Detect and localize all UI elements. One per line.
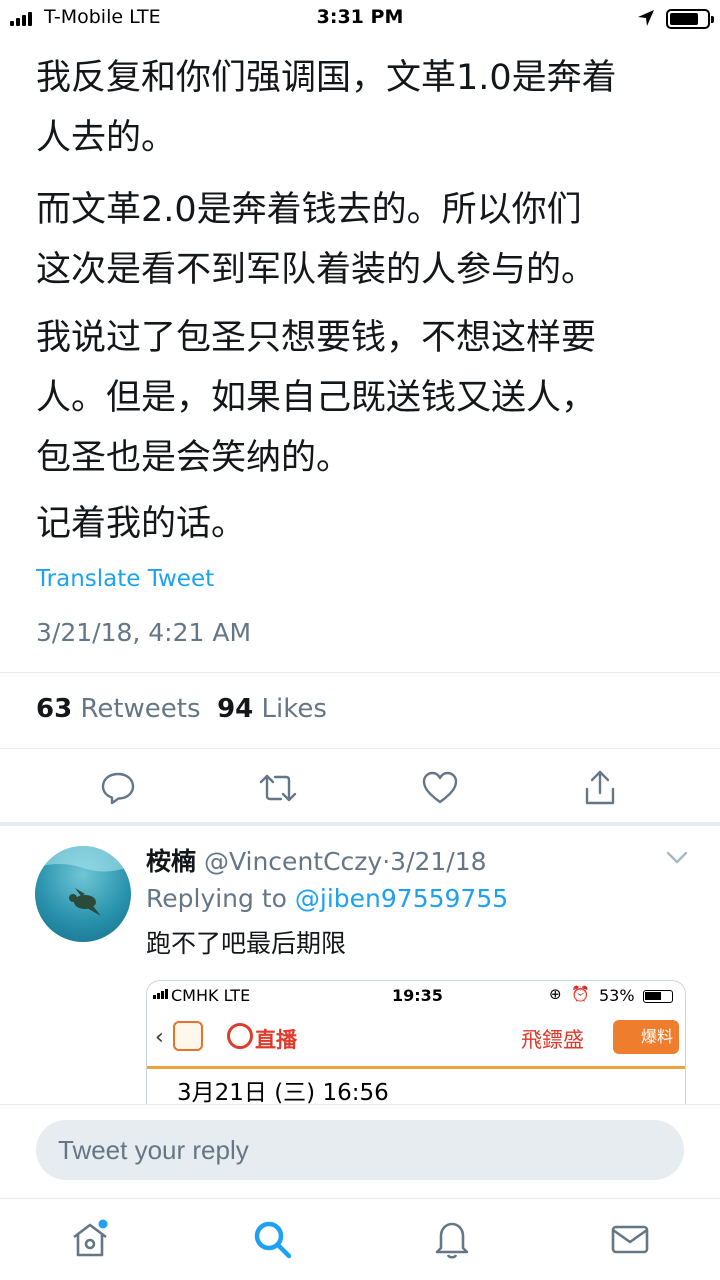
embed-battery-icon: [643, 990, 673, 1003]
embed-datetime: 3月21日 (三) 16:56: [177, 1080, 389, 1106]
tweet-timestamp: 3/21/18, 4:21 AM: [36, 618, 252, 647]
embed-alarm-icon: ⏰: [571, 985, 590, 1003]
clock: 3:31 PM: [316, 6, 404, 28]
embed-signal-icon: [153, 989, 168, 999]
embed-time: 19:35: [392, 986, 443, 1005]
reply-icon[interactable]: [96, 766, 140, 810]
replying-handle[interactable]: @jiben97559755: [295, 884, 508, 913]
embed-carrier: CMHK LTE: [171, 986, 251, 1005]
tweet-line: 这次是看不到军队着装的人参与的。: [36, 250, 597, 290]
divider: [0, 748, 720, 749]
tweet-paragraph: 而文革2.0是奔着钱去的。所以你们 这次是看不到军队着装的人参与的。: [36, 180, 696, 300]
like-icon[interactable]: [418, 766, 462, 810]
battery-icon: [666, 9, 714, 29]
messages-icon[interactable]: [602, 1211, 658, 1267]
embed-report-badge: 爆料: [613, 1020, 679, 1054]
tweet-paragraph: 记着我的话。: [36, 494, 696, 554]
tweet-line: 包圣也是会笑纳的。: [36, 438, 352, 478]
divider: [0, 672, 720, 673]
embed-lock-icon: ⊕: [549, 985, 562, 1003]
likes-label[interactable]: Likes: [262, 694, 327, 724]
reply-date: 3/21/18: [390, 847, 487, 876]
translate-tweet-link[interactable]: Translate Tweet: [36, 566, 214, 592]
tweet-line: 记着我的话。: [36, 504, 247, 544]
tab-bar: [0, 1198, 720, 1280]
embed-status-bar: CMHK LTE 19:35 ⊕ ⏰ 53%: [147, 981, 685, 1011]
share-icon[interactable]: [578, 766, 622, 810]
reply-header: 桉楠 @VincentCczy·3/21/18: [146, 842, 487, 878]
reply-media[interactable]: CMHK LTE 19:35 ⊕ ⏰ 53% ‹ 直播 飛鏢盛 爆料 3月21日…: [146, 980, 686, 1120]
notifications-icon[interactable]: [424, 1211, 480, 1267]
location-icon: [636, 8, 656, 33]
tweet-stats: 63 Retweets 94 Likes: [36, 694, 327, 724]
retweets-count[interactable]: 63: [36, 694, 72, 724]
embed-battery-text: 53%: [599, 986, 635, 1005]
chevron-down-icon[interactable]: [666, 850, 688, 869]
home-icon[interactable]: [62, 1211, 118, 1267]
replying-prefix: Replying to: [146, 884, 287, 913]
tweet-line: 我反复和你们强调国，文革1.0是奔着: [36, 58, 617, 98]
section-separator: [0, 822, 720, 826]
tweet-paragraph: 我反复和你们强调国，文革1.0是奔着 人去的。: [36, 48, 696, 168]
reply-input[interactable]: [36, 1120, 684, 1180]
embed-nav: ‹ 直播 飛鏢盛 爆料: [147, 1011, 685, 1069]
embed-live-label: 直播: [255, 1028, 297, 1052]
embed-channel-label: 飛鏢盛: [521, 1028, 584, 1052]
retweet-icon[interactable]: [256, 766, 300, 810]
embed-back-icon: ‹: [155, 1025, 164, 1050]
search-icon[interactable]: [244, 1211, 300, 1267]
embed-live-icon: [227, 1023, 253, 1049]
tweet-paragraph: 我说过了包圣只想要钱，不想这样要 人。但是，如果自己既送钱又送人， 包圣也是会笑…: [36, 308, 696, 488]
likes-count[interactable]: 94: [217, 694, 253, 724]
embed-app-logo: [173, 1021, 203, 1051]
status-bar: T-Mobile LTE 3:31 PM: [0, 0, 720, 36]
tweet-line: 我说过了包圣只想要钱，不想这样要: [36, 318, 597, 358]
reply-text: 跑不了吧最后期限: [146, 929, 347, 958]
reply-separator: ·: [382, 847, 391, 876]
reply-handle[interactable]: @VincentCczy: [204, 847, 382, 876]
tweet-line: 人。但是，如果自己既送钱又送人，: [36, 378, 597, 418]
retweets-label[interactable]: Retweets: [80, 694, 200, 724]
replying-to: Replying to @jiben97559755: [146, 884, 508, 913]
tweet-line: 而文革2.0是奔着钱去的。所以你们: [36, 190, 582, 230]
tweet-line: 人去的。: [36, 118, 177, 158]
reply-display-name[interactable]: 桉楠: [146, 847, 196, 876]
avatar[interactable]: [35, 846, 131, 942]
